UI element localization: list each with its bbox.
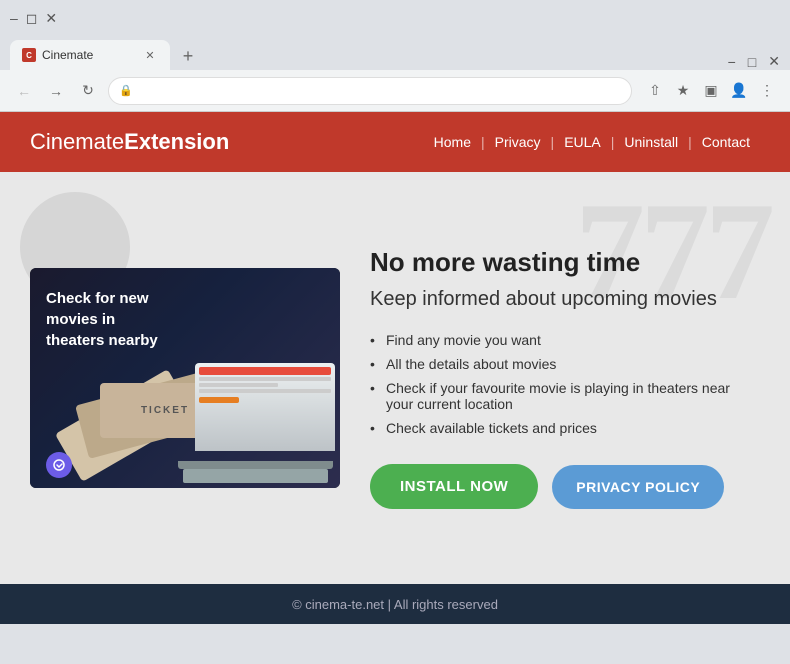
reload-button[interactable]: ↻ <box>76 79 100 103</box>
website-content: CinemateExtension Home | Privacy | EULA … <box>0 112 790 624</box>
screen-cta-btn <box>199 397 239 403</box>
laptop-keyboard <box>183 469 328 483</box>
minimize-button[interactable]: − <box>728 54 736 70</box>
footer-copyright: © cinema-te.net | All rights reserved <box>292 597 498 612</box>
logo-plain: Cinemate <box>30 129 124 154</box>
logo-bold: Extension <box>124 129 229 154</box>
screen-line-2 <box>199 383 278 387</box>
site-footer: © cinema-te.net | All rights reserved <box>0 584 790 624</box>
restore-icon[interactable]: ◻ <box>26 10 38 27</box>
title-bar: – ◻ ✕ <box>0 0 790 36</box>
back-button[interactable]: ← <box>12 79 36 103</box>
url-bar[interactable]: 🔒 <box>108 77 632 105</box>
address-bar: ← → ↻ 🔒 ⇧ ★ ▣ 👤 ⋮ <box>0 70 790 112</box>
profile-icon[interactable]: 👤 <box>728 80 750 102</box>
site-main: 777 TICKET TICKET TICKET <box>0 172 790 584</box>
window-controls: – ◻ ✕ <box>10 10 57 27</box>
bookmark-icon[interactable]: ★ <box>672 80 694 102</box>
close-icon[interactable]: ✕ <box>45 10 57 27</box>
minimize-icon[interactable]: – <box>10 10 18 26</box>
nav-privacy[interactable]: Privacy <box>485 134 551 150</box>
title-bar-controls: − □ ✕ <box>728 53 780 70</box>
feature-item-3: Check if your favourite movie is playing… <box>370 376 760 416</box>
nav-eula[interactable]: EULA <box>554 134 611 150</box>
sub-headline: Keep informed about upcoming movies <box>370 286 760 312</box>
share-icon[interactable]: ⇧ <box>644 80 666 102</box>
feature-item-2: All the details about movies <box>370 352 760 376</box>
nav-uninstall[interactable]: Uninstall <box>614 134 688 150</box>
laptop-screen <box>195 363 335 451</box>
site-nav: Home | Privacy | EULA | Uninstall | Cont… <box>424 134 760 150</box>
left-column: TICKET TICKET TICKET <box>30 268 340 488</box>
toolbar-icons: ⇧ ★ ▣ 👤 ⋮ <box>644 80 778 102</box>
laptop-illustration <box>175 363 335 483</box>
site-logo: CinemateExtension <box>30 129 229 155</box>
card-overlay-text: Check for new movies in theaters nearby <box>46 288 176 351</box>
screen-header-bar <box>199 367 331 375</box>
feature-list: Find any movie you want All the details … <box>370 328 760 440</box>
forward-button[interactable]: → <box>44 79 68 103</box>
privacy-policy-button[interactable]: PRIVACY POLICY <box>552 465 724 509</box>
extensions-icon[interactable]: ▣ <box>700 80 722 102</box>
site-header: CinemateExtension Home | Privacy | EULA … <box>0 112 790 172</box>
new-tab-button[interactable]: + <box>174 42 202 70</box>
tab-close-button[interactable]: ✕ <box>142 47 158 63</box>
laptop-base <box>178 461 333 469</box>
screen-line-3 <box>199 389 331 393</box>
lock-icon: 🔒 <box>119 84 133 97</box>
nav-home[interactable]: Home <box>424 134 481 150</box>
laptop-card: TICKET TICKET TICKET <box>30 268 340 488</box>
menu-icon[interactable]: ⋮ <box>756 80 778 102</box>
feature-item-1: Find any movie you want <box>370 328 760 352</box>
close-button[interactable]: ✕ <box>768 53 780 70</box>
nav-contact[interactable]: Contact <box>692 134 760 150</box>
tab-favicon: C <box>22 48 36 62</box>
feature-item-4: Check available tickets and prices <box>370 416 760 440</box>
main-headline: No more wasting time <box>370 247 760 278</box>
right-column: No more wasting time Keep informed about… <box>370 247 760 509</box>
tab-strip: C Cinemate ✕ + − □ ✕ <box>0 36 790 70</box>
maximize-button[interactable]: □ <box>748 54 756 70</box>
tab-title: Cinemate <box>42 48 93 62</box>
cta-buttons: INSTALL NOW PRIVACY POLICY <box>370 464 760 509</box>
screen-content <box>195 363 335 451</box>
purple-badge-icon <box>46 452 72 478</box>
browser-chrome: – ◻ ✕ C Cinemate ✕ + − □ ✕ ← → ↻ 🔒 ⇧ ★ ▣ <box>0 0 790 112</box>
install-now-button[interactable]: INSTALL NOW <box>370 464 538 509</box>
active-tab[interactable]: C Cinemate ✕ <box>10 40 170 70</box>
screen-line-1 <box>199 377 331 381</box>
